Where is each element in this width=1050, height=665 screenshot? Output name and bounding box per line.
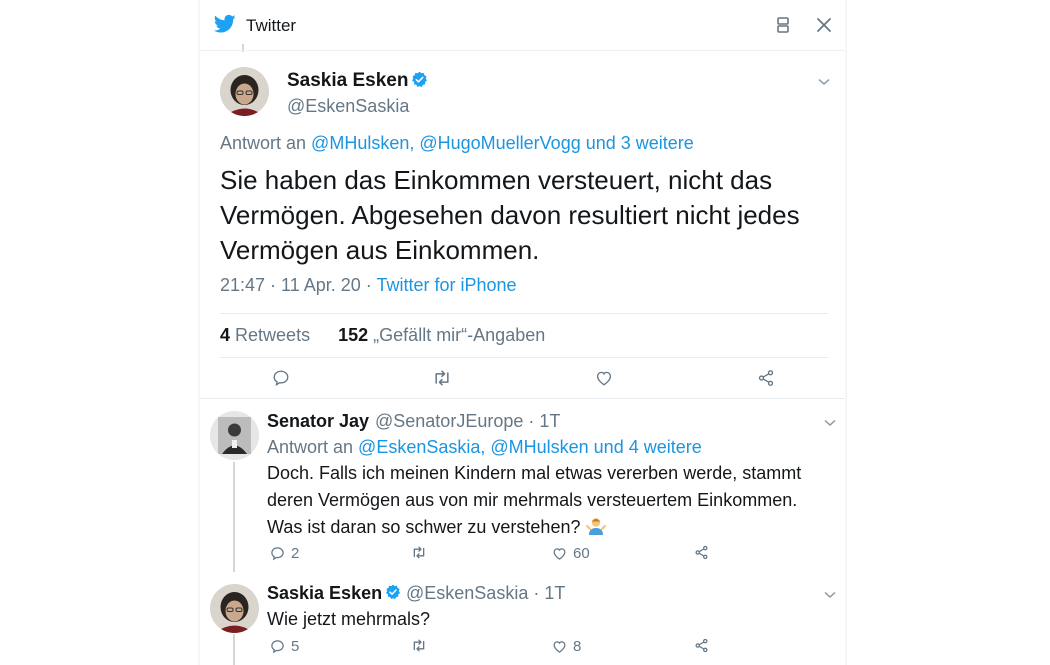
author-name[interactable]: Saskia Esken (267, 583, 382, 604)
retweet-button[interactable] (432, 369, 452, 387)
share-icon (695, 545, 708, 560)
twitter-logo-icon (214, 14, 236, 33)
reply-text: Wie jetzt mehrmals? (267, 609, 431, 629)
share-button[interactable] (694, 638, 709, 653)
like-button[interactable]: 60 (552, 545, 590, 562)
retweet-icon (413, 546, 425, 559)
author-handle-time[interactable]: @EskenSaskia · 1T (406, 583, 565, 604)
title-bar: Twitter (200, 0, 845, 50)
person-shrugging-emoji (585, 518, 606, 535)
author-handle-time[interactable]: @SenatorJEurope · 1T (375, 411, 560, 432)
reply-context: Antwort an @EskenSaskia, @MHulsken und 4… (267, 437, 702, 457)
divider (200, 50, 845, 51)
retweet-button[interactable] (411, 545, 433, 560)
verified-badge-icon (412, 71, 427, 87)
tweet-window: Twitter Saskia Esken @EskenSaskia Antwor… (200, 0, 845, 665)
tweet-text: Sie haben das Einkommen versteuert, nich… (220, 165, 800, 265)
verified-badge-icon (386, 584, 400, 599)
avatar[interactable] (210, 584, 259, 633)
reply-count: 5 (291, 638, 300, 655)
reply-text: Doch. Falls ich meinen Kindern mal etwas… (267, 463, 802, 537)
share-icon (758, 370, 774, 386)
divider (200, 398, 845, 399)
share-icon (695, 638, 708, 653)
tweet-source-link[interactable]: Twitter for iPhone (376, 275, 516, 295)
reply-users-link[interactable]: @MHulsken, @HugoMuellerVogg (311, 133, 581, 153)
split-view-icon[interactable] (773, 15, 793, 35)
author-name[interactable]: Saskia Esken (287, 70, 408, 92)
share-button[interactable] (757, 369, 775, 387)
share-button[interactable] (694, 545, 709, 560)
like-button[interactable] (595, 369, 613, 387)
like-count: 60 (573, 545, 590, 562)
close-icon[interactable] (814, 15, 834, 35)
heart-icon (553, 641, 566, 653)
tweet-timestamp[interactable]: 21:47 · 11 Apr. 20 · (220, 275, 376, 295)
avatar[interactable] (210, 411, 259, 460)
reply-context: Antwort an @MHulsken, @HugoMuellerVogg u… (220, 133, 694, 153)
like-button[interactable]: 8 (552, 638, 581, 655)
avatar-image (210, 584, 259, 633)
heart-icon (596, 371, 612, 386)
avatar[interactable] (220, 67, 269, 116)
reply-icon (273, 370, 289, 387)
reply-more-link[interactable]: und 3 weitere (581, 133, 694, 153)
retweet-icon (435, 370, 449, 386)
reply-users-link[interactable]: @EskenSaskia, @MHulsken (358, 437, 589, 457)
author-name[interactable]: Senator Jay (267, 411, 369, 432)
tweet-meta: 21:47 · 11 Apr. 20 · Twitter for iPhone (220, 275, 517, 296)
heart-icon (553, 548, 566, 560)
chevron-down-icon[interactable] (824, 591, 836, 599)
avatar-image (210, 411, 259, 460)
retweets-stat[interactable]: 4 Retweets (220, 325, 310, 345)
reply-more-link[interactable]: und 4 weitere (589, 437, 702, 457)
divider (220, 357, 828, 358)
tweet-stats: 4 Retweets 152 „Gefällt mir“-Angaben (220, 325, 545, 346)
likes-stat[interactable]: 152 „Gefällt mir“-Angaben (338, 325, 545, 345)
reply-count: 2 (291, 545, 300, 562)
reply-button[interactable] (272, 369, 290, 387)
thread-line (233, 462, 235, 572)
chevron-down-icon[interactable] (818, 78, 830, 86)
retweet-icon (413, 639, 425, 652)
thread-line (233, 634, 235, 665)
reply-button[interactable]: 5 (270, 638, 299, 655)
chevron-down-icon[interactable] (824, 419, 836, 427)
window-title: Twitter (246, 16, 297, 35)
divider (220, 313, 828, 314)
author-handle[interactable]: @EskenSaskia (287, 96, 409, 117)
retweet-button[interactable] (411, 638, 433, 653)
avatar-image (220, 67, 269, 116)
reply-icon (271, 547, 284, 561)
reply-button[interactable]: 2 (270, 545, 299, 562)
reply-icon (271, 640, 284, 654)
like-count: 8 (573, 638, 582, 655)
